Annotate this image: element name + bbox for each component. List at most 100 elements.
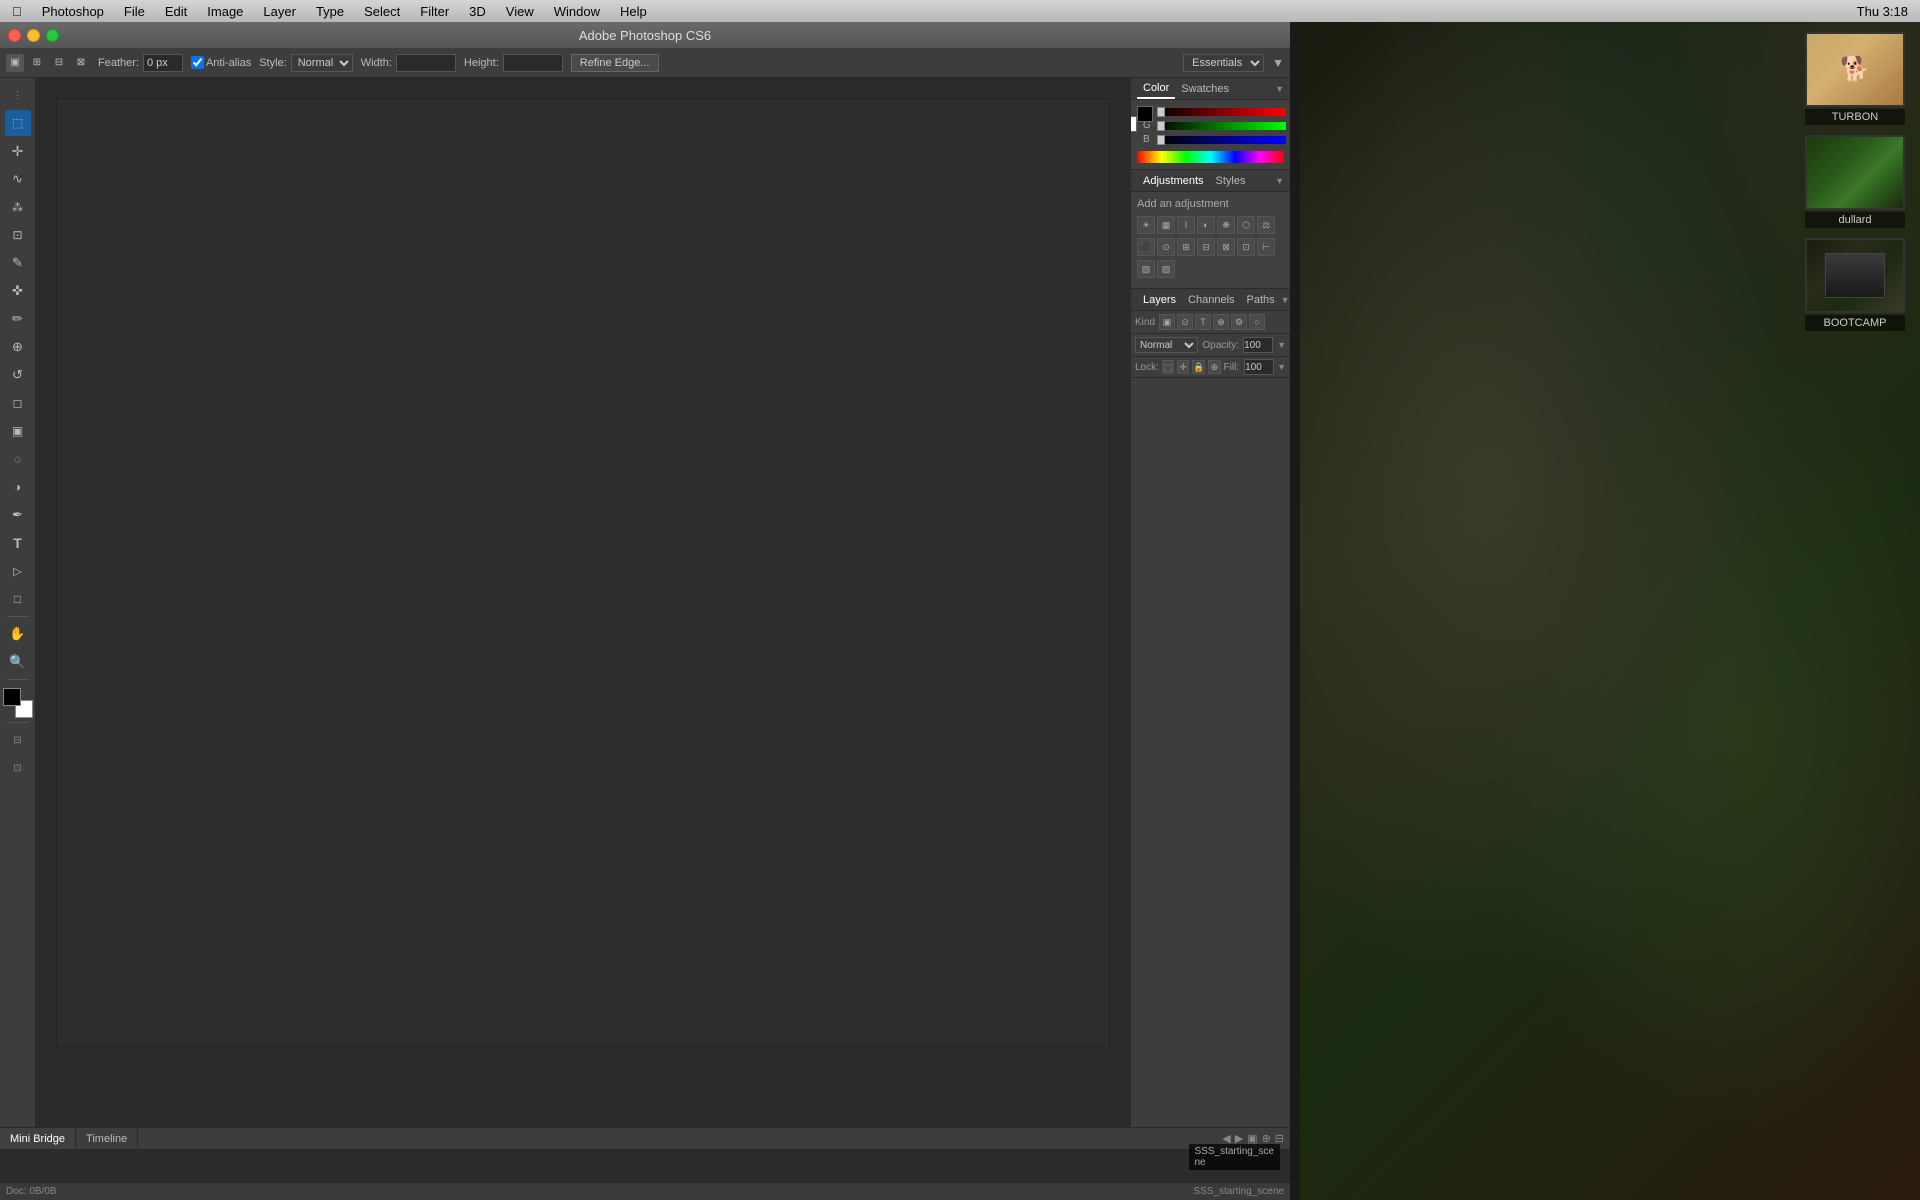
thumb-dullard[interactable]: dullard (1805, 135, 1905, 228)
posterize-adj[interactable]: ⊡ (1237, 238, 1255, 256)
menu-type[interactable]: Type (312, 4, 348, 19)
color-panel-collapse[interactable]: ▼ (1275, 84, 1284, 94)
bottom-ctrl-2[interactable]: ▶ (1235, 1132, 1243, 1145)
menu-layer[interactable]: Layer (259, 4, 300, 19)
bg-color-swatch[interactable] (1130, 116, 1137, 132)
exposure-adj[interactable]: ◐ (1197, 216, 1215, 234)
invert-adj[interactable]: ⊠ (1217, 238, 1235, 256)
menu-filter[interactable]: Filter (416, 4, 453, 19)
brightness-adj[interactable]: ☀ (1137, 216, 1155, 234)
eraser-tool[interactable]: ◻ (5, 390, 31, 416)
subtract-selection-btn[interactable]: ⊟ (50, 54, 68, 72)
adjustments-tab[interactable]: Adjustments (1137, 175, 1210, 187)
color-lookup-adj[interactable]: ⊟ (1197, 238, 1215, 256)
thumb-turbon[interactable]: 🐕 TURBON (1805, 32, 1905, 125)
layers-list[interactable] (1131, 378, 1290, 1127)
filter-btn-5[interactable]: ⚙ (1231, 314, 1247, 330)
threshold-adj[interactable]: ⊢ (1257, 238, 1275, 256)
width-input[interactable] (396, 54, 456, 72)
bottom-ctrl-3[interactable]: ▣ (1247, 1132, 1257, 1145)
canvas[interactable] (56, 98, 1110, 1047)
height-input[interactable] (503, 54, 563, 72)
move-tool[interactable]: ✛ (5, 138, 31, 164)
intersect-selection-btn[interactable]: ⊠ (72, 54, 90, 72)
opacity-dropdown[interactable]: ▼ (1277, 340, 1286, 350)
menu-edit[interactable]: Edit (161, 4, 191, 19)
tool-nav-top[interactable]: ⋮ (5, 82, 31, 108)
filter-btn-4[interactable]: ⊕ (1213, 314, 1229, 330)
filter-btn-1[interactable]: ▣ (1159, 314, 1175, 330)
adj-panel-collapse[interactable]: ▼ (1275, 176, 1284, 186)
red-slider[interactable] (1157, 108, 1286, 116)
menu-help[interactable]: Help (616, 4, 651, 19)
blend-mode-select[interactable]: Normal (1135, 337, 1198, 353)
hsl-adj[interactable]: ⬡ (1237, 216, 1255, 234)
lock-all-btn[interactable]: 🔒 (1192, 360, 1205, 374)
canvas-area[interactable] (36, 78, 1130, 1127)
history-brush-tool[interactable]: ↺ (5, 362, 31, 388)
layers-collapse[interactable]: ▼ (1281, 295, 1290, 305)
menu-file[interactable]: File (120, 4, 149, 19)
eyedropper-tool[interactable]: ✎ (5, 250, 31, 276)
fill-input[interactable] (1244, 359, 1274, 375)
layers-tab[interactable]: Layers (1137, 289, 1182, 310)
paths-tab[interactable]: Paths (1241, 289, 1281, 310)
timeline-tab[interactable]: Timeline (76, 1128, 138, 1149)
maximize-button[interactable] (46, 29, 59, 42)
hand-tool[interactable]: ✋ (5, 621, 31, 647)
refine-edge-button[interactable]: Refine Edge... (571, 54, 659, 72)
opacity-input[interactable] (1243, 337, 1273, 353)
shape-tool[interactable]: □ (5, 586, 31, 612)
feather-input[interactable] (143, 54, 183, 72)
add-selection-btn[interactable]: ⊞ (28, 54, 46, 72)
color-wells[interactable] (3, 688, 33, 718)
path-selection-tool[interactable]: ▷ (5, 558, 31, 584)
bottom-ctrl-1[interactable]: ◀ (1222, 1132, 1230, 1145)
swatches-tab[interactable]: Swatches (1175, 78, 1235, 99)
curves-adj[interactable]: ⌇ (1177, 216, 1195, 234)
vibrance-adj[interactable]: ❋ (1217, 216, 1235, 234)
new-selection-btn[interactable]: ▣ (6, 54, 24, 72)
gradient-tool[interactable]: ▣ (5, 418, 31, 444)
mini-bridge-tab[interactable]: Mini Bridge (0, 1128, 76, 1149)
spot-heal-tool[interactable]: ✜ (5, 278, 31, 304)
bottom-ctrl-5[interactable]: ⊟ (1275, 1132, 1284, 1145)
filter-toggle[interactable]: ○ (1249, 314, 1265, 330)
selective-color-adj[interactable]: ▨ (1157, 260, 1175, 278)
menu-view[interactable]: View (502, 4, 538, 19)
filter-btn-3[interactable]: T (1195, 314, 1211, 330)
menu-image[interactable]: Image (203, 4, 247, 19)
photo-filter-adj[interactable]: ⊙ (1157, 238, 1175, 256)
text-tool[interactable]: T (5, 530, 31, 556)
thumb-bootcamp[interactable]: BOOTCAMP (1805, 238, 1905, 331)
channels-tab[interactable]: Channels (1182, 289, 1240, 310)
foreground-color[interactable] (3, 688, 21, 706)
lock-pixels-btn[interactable]: ⬚ (1162, 360, 1174, 374)
crop-tool[interactable]: ⊡ (5, 222, 31, 248)
dodge-tool[interactable]: ◑ (5, 474, 31, 500)
pen-tool[interactable]: ✒ (5, 502, 31, 528)
menu-window[interactable]: Window (550, 4, 604, 19)
fg-color-swatch[interactable] (1137, 106, 1153, 122)
menu-select[interactable]: Select (360, 4, 404, 19)
zoom-tool[interactable]: 🔍 (5, 649, 31, 675)
bw-adj[interactable]: ⬛ (1137, 238, 1155, 256)
menu-photoshop[interactable]: Photoshop (38, 4, 108, 19)
lock-move-btn[interactable]: ✛ (1177, 360, 1189, 374)
channel-mix-adj[interactable]: ⊞ (1177, 238, 1195, 256)
lasso-tool[interactable]: ∿ (5, 166, 31, 192)
fill-dropdown[interactable]: ▼ (1277, 362, 1286, 372)
style-select[interactable]: Normal (291, 54, 353, 72)
green-slider[interactable] (1157, 122, 1286, 130)
lock-artboard-btn[interactable]: ⊕ (1208, 360, 1220, 374)
quick-mask-btn[interactable]: ⊟ (5, 727, 31, 753)
expand-icon[interactable]: ▼ (1272, 56, 1284, 70)
minimize-button[interactable] (27, 29, 40, 42)
gradient-map-adj[interactable]: ▧ (1137, 260, 1155, 278)
magic-wand-tool[interactable]: ⁂ (5, 194, 31, 220)
styles-tab[interactable]: Styles (1210, 175, 1252, 187)
blur-tool[interactable]: ◌ (5, 446, 31, 472)
color-tab[interactable]: Color (1137, 78, 1175, 99)
clone-stamp-tool[interactable]: ⊕ (5, 334, 31, 360)
brush-tool[interactable]: ✏ (5, 306, 31, 332)
